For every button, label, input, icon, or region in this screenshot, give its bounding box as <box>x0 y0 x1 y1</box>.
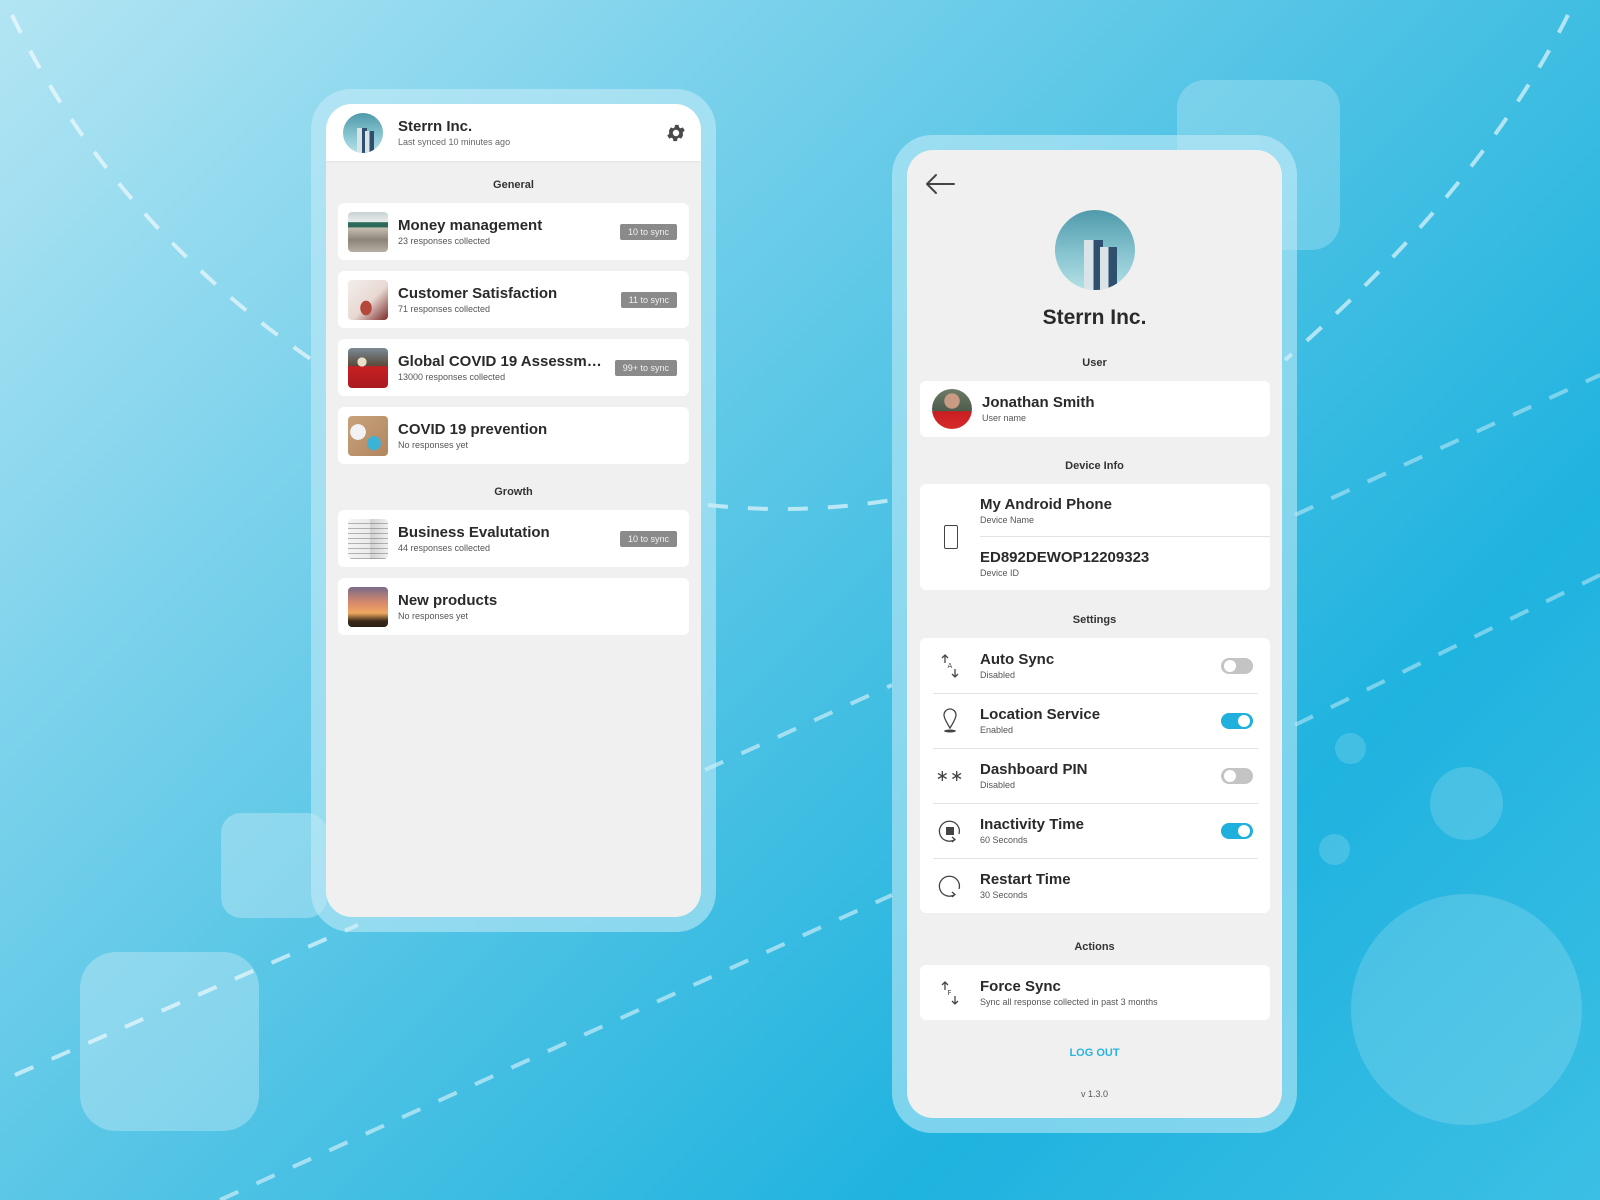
survey-name: New products <box>398 591 498 609</box>
survey-item[interactable]: Global COVID 19 Assessme... 13000 respon… <box>338 339 689 396</box>
auto-sync-toggle[interactable] <box>1221 657 1253 674</box>
setting-title: Location Service <box>980 705 1101 723</box>
sync-badge: 99+ to sync <box>614 359 677 376</box>
org-name: Sterrn Inc. <box>1042 306 1147 329</box>
setting-status: Disabled <box>980 779 1016 790</box>
survey-name: Money management <box>398 216 543 234</box>
setting-status: 60 Seconds <box>980 834 1028 845</box>
section-label-device-info: Device Info <box>1065 460 1124 472</box>
svg-text:A: A <box>948 662 953 670</box>
inactivity-timer-icon <box>938 820 961 842</box>
user-avatar <box>932 389 972 429</box>
setting-status: Enabled <box>980 724 1014 735</box>
section-label-settings: Settings <box>1072 614 1117 626</box>
location-pin-icon <box>943 707 957 732</box>
setting-location-service[interactable]: Location Service Enabled <box>920 693 1270 748</box>
force-sync-icon: F <box>941 980 959 1005</box>
user-name-label: User name <box>982 413 1027 423</box>
survey-thumbnail <box>348 279 388 320</box>
setting-title: Auto Sync <box>980 650 1055 668</box>
location-service-toggle[interactable] <box>1221 712 1253 729</box>
arrow-left-icon[interactable] <box>924 172 956 196</box>
survey-thumbnail <box>348 586 388 627</box>
setting-title: Dashboard PIN <box>980 760 1088 778</box>
last-synced-text: Last synced 10 minutes ago <box>398 136 511 147</box>
dashboard-pin-toggle[interactable] <box>1221 767 1253 784</box>
app-header: Sterrn Inc. Last synced 10 minutes ago <box>326 104 701 161</box>
survey-item[interactable]: COVID 19 prevention No responses yet <box>338 407 689 464</box>
settings-card: A Auto Sync Disabled Location Service En… <box>920 638 1270 913</box>
survey-thumbnail <box>348 415 388 456</box>
survey-name: Customer Satisfaction <box>398 284 558 302</box>
survey-thumbnail <box>348 347 388 388</box>
sync-badge: 11 to sync <box>620 291 677 308</box>
setting-auto-sync[interactable]: A Auto Sync Disabled <box>920 638 1270 693</box>
setting-status: Disabled <box>980 669 1016 680</box>
survey-thumbnail <box>348 211 388 252</box>
app-version: v 1.3.0 <box>1080 1089 1109 1099</box>
survey-item[interactable]: Customer Satisfaction 71 responses colle… <box>338 271 689 328</box>
section-label-growth: Growth <box>494 486 533 498</box>
device-id-row: ED892DEWOP12209323 Device ID <box>980 549 1270 579</box>
setting-restart-time[interactable]: Restart Time 30 Seconds <box>920 858 1270 913</box>
user-card[interactable]: Jonathan Smith User name <box>920 381 1270 437</box>
buildings-avatar <box>343 112 383 153</box>
survey-name: Global COVID 19 Assessme... <box>398 352 603 370</box>
dashed-lines <box>10 14 1600 1200</box>
section-label-general: General <box>493 179 534 191</box>
user-name: Jonathan Smith <box>982 394 1095 411</box>
auto-sync-icon: A <box>941 653 959 678</box>
decor-square <box>80 952 259 1131</box>
setting-inactivity-time[interactable]: Inactivity Time 60 Seconds <box>920 803 1270 858</box>
setting-title: Inactivity Time <box>980 815 1084 833</box>
survey-name: COVID 19 prevention <box>398 420 548 438</box>
survey-item[interactable]: Money management 23 responses collected … <box>338 203 689 260</box>
action-description: Sync all response collected in past 3 mo… <box>980 996 1158 1007</box>
device-id: ED892DEWOP12209323 <box>980 549 1150 566</box>
phone-icon <box>944 525 958 549</box>
svg-text:F: F <box>948 989 952 997</box>
survey-item[interactable]: New products No responses yet <box>338 578 689 635</box>
survey-list-screen: Sterrn Inc. Last synced 10 minutes ago G… <box>326 104 701 917</box>
sync-badge: 10 to sync <box>619 223 677 240</box>
survey-thumbnail <box>348 518 388 559</box>
inactivity-time-toggle[interactable] <box>1221 822 1253 839</box>
setting-status: 30 Seconds <box>980 889 1028 900</box>
survey-item[interactable]: Business Evalutation 44 responses collec… <box>338 510 689 567</box>
decor-circle <box>1351 894 1582 1125</box>
decor-circle <box>1335 733 1366 764</box>
device-name-label: Device Name <box>980 515 1035 525</box>
divider <box>980 536 1270 537</box>
survey-responses: 71 responses collected <box>398 303 491 314</box>
buildings-avatar <box>1055 210 1135 290</box>
device-id-label: Device ID <box>980 568 1020 578</box>
action-title: Force Sync <box>980 977 1061 995</box>
section-label-actions: Actions <box>1074 941 1115 953</box>
gear-icon[interactable] <box>665 122 687 144</box>
survey-responses: 23 responses collected <box>398 235 491 246</box>
org-title: Sterrn Inc. <box>398 117 473 135</box>
survey-name: Business Evalutation <box>398 523 550 541</box>
sync-badge: 10 to sync <box>619 530 677 547</box>
pin-asterisk-icon: ∗∗ <box>935 766 965 785</box>
decor-circle <box>1430 767 1503 840</box>
section-label-user: User <box>1082 357 1107 369</box>
device-name-row: My Android Phone Device Name <box>980 496 1270 526</box>
setting-dashboard-pin[interactable]: ∗∗ Dashboard PIN Disabled <box>920 748 1270 803</box>
background-decoration <box>0 0 1600 1200</box>
survey-responses: 13000 responses collected <box>398 371 506 382</box>
profile-settings-screen: Sterrn Inc. User Jonathan Smith User nam… <box>907 150 1282 1118</box>
force-sync-button[interactable]: F Force Sync Sync all response collected… <box>920 965 1270 1020</box>
device-info-card: My Android Phone Device Name ED892DEWOP1… <box>920 484 1270 590</box>
logout-button[interactable]: LOG OUT <box>907 1047 1282 1059</box>
restart-icon <box>938 875 961 897</box>
setting-title: Restart Time <box>980 870 1071 888</box>
device-name: My Android Phone <box>980 496 1112 513</box>
survey-responses: No responses yet <box>398 610 469 621</box>
survey-responses: No responses yet <box>398 439 469 450</box>
survey-responses: 44 responses collected <box>398 542 491 553</box>
decor-circle <box>1319 834 1350 865</box>
